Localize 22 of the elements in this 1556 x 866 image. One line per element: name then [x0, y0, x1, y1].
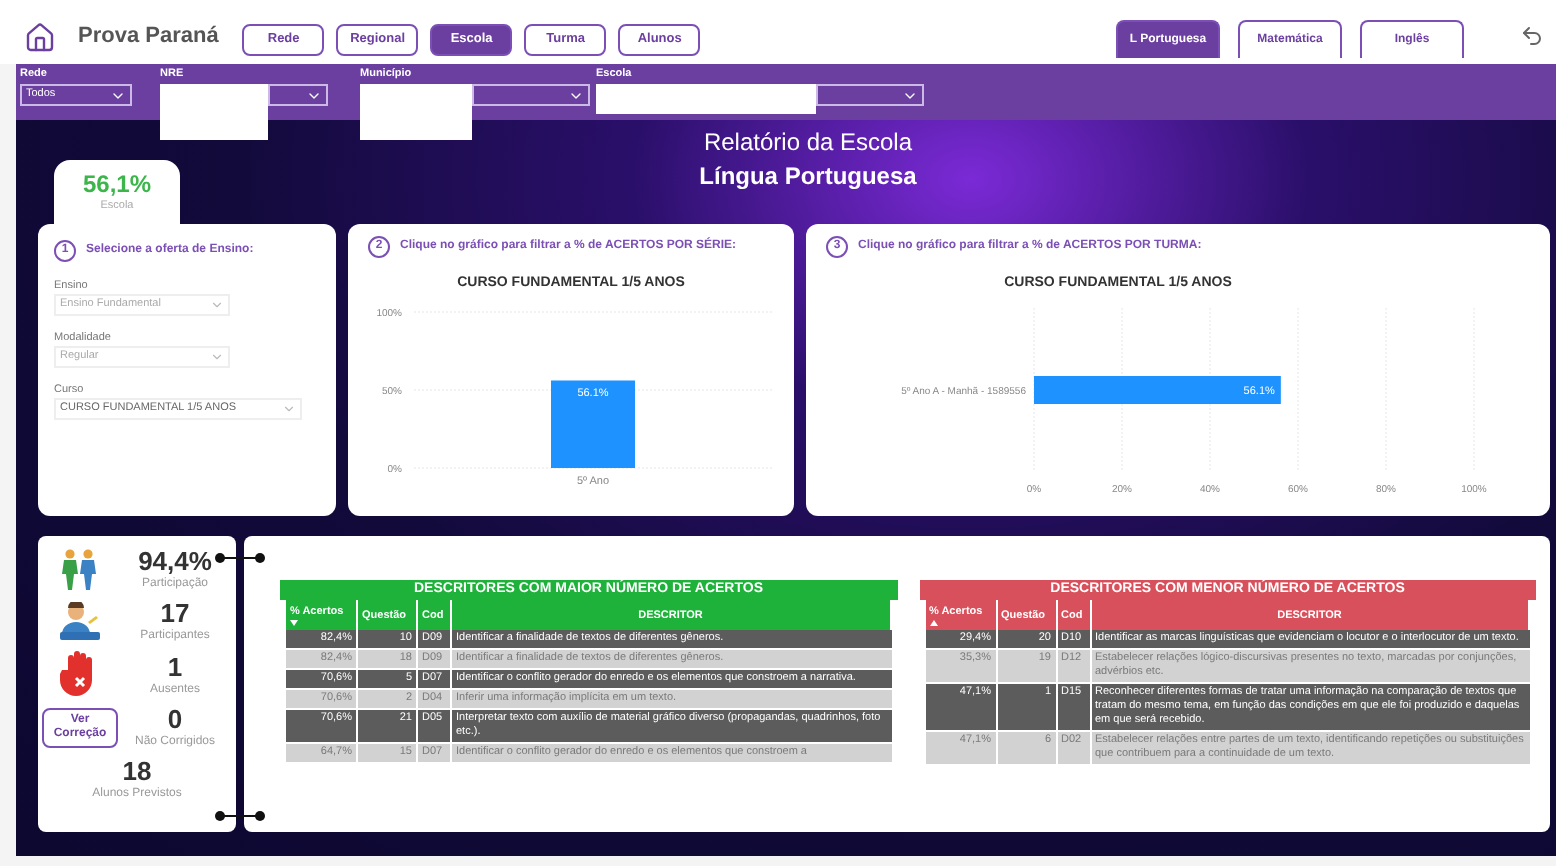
redaction-block — [160, 84, 268, 140]
report-title: Relatório da Escola — [703, 126, 913, 158]
filter-select[interactable] — [268, 84, 328, 106]
stat-value: 18 — [122, 756, 152, 786]
people-walking-icon — [58, 547, 102, 591]
stat-value: 0 — [167, 704, 183, 734]
report-subtitle: Língua Portuguesa — [699, 160, 917, 194]
stat-value: 17 — [160, 598, 190, 628]
connector-line — [214, 810, 266, 822]
connector-line — [214, 552, 266, 564]
filter-select[interactable] — [472, 84, 590, 106]
person-at-desk-icon — [58, 601, 102, 641]
undo-icon[interactable] — [1520, 24, 1544, 48]
app-title: Prova Paraná — [78, 21, 219, 51]
score-value: 56,1% — [82, 169, 152, 198]
redaction-block — [360, 84, 472, 140]
home-icon[interactable] — [24, 22, 56, 54]
bar[interactable] — [550, 379, 634, 467]
stat-value: 94,4% — [138, 546, 212, 576]
bar[interactable] — [1034, 375, 1281, 403]
filter-select[interactable] — [816, 84, 924, 106]
stat-value: 1 — [167, 651, 183, 681]
